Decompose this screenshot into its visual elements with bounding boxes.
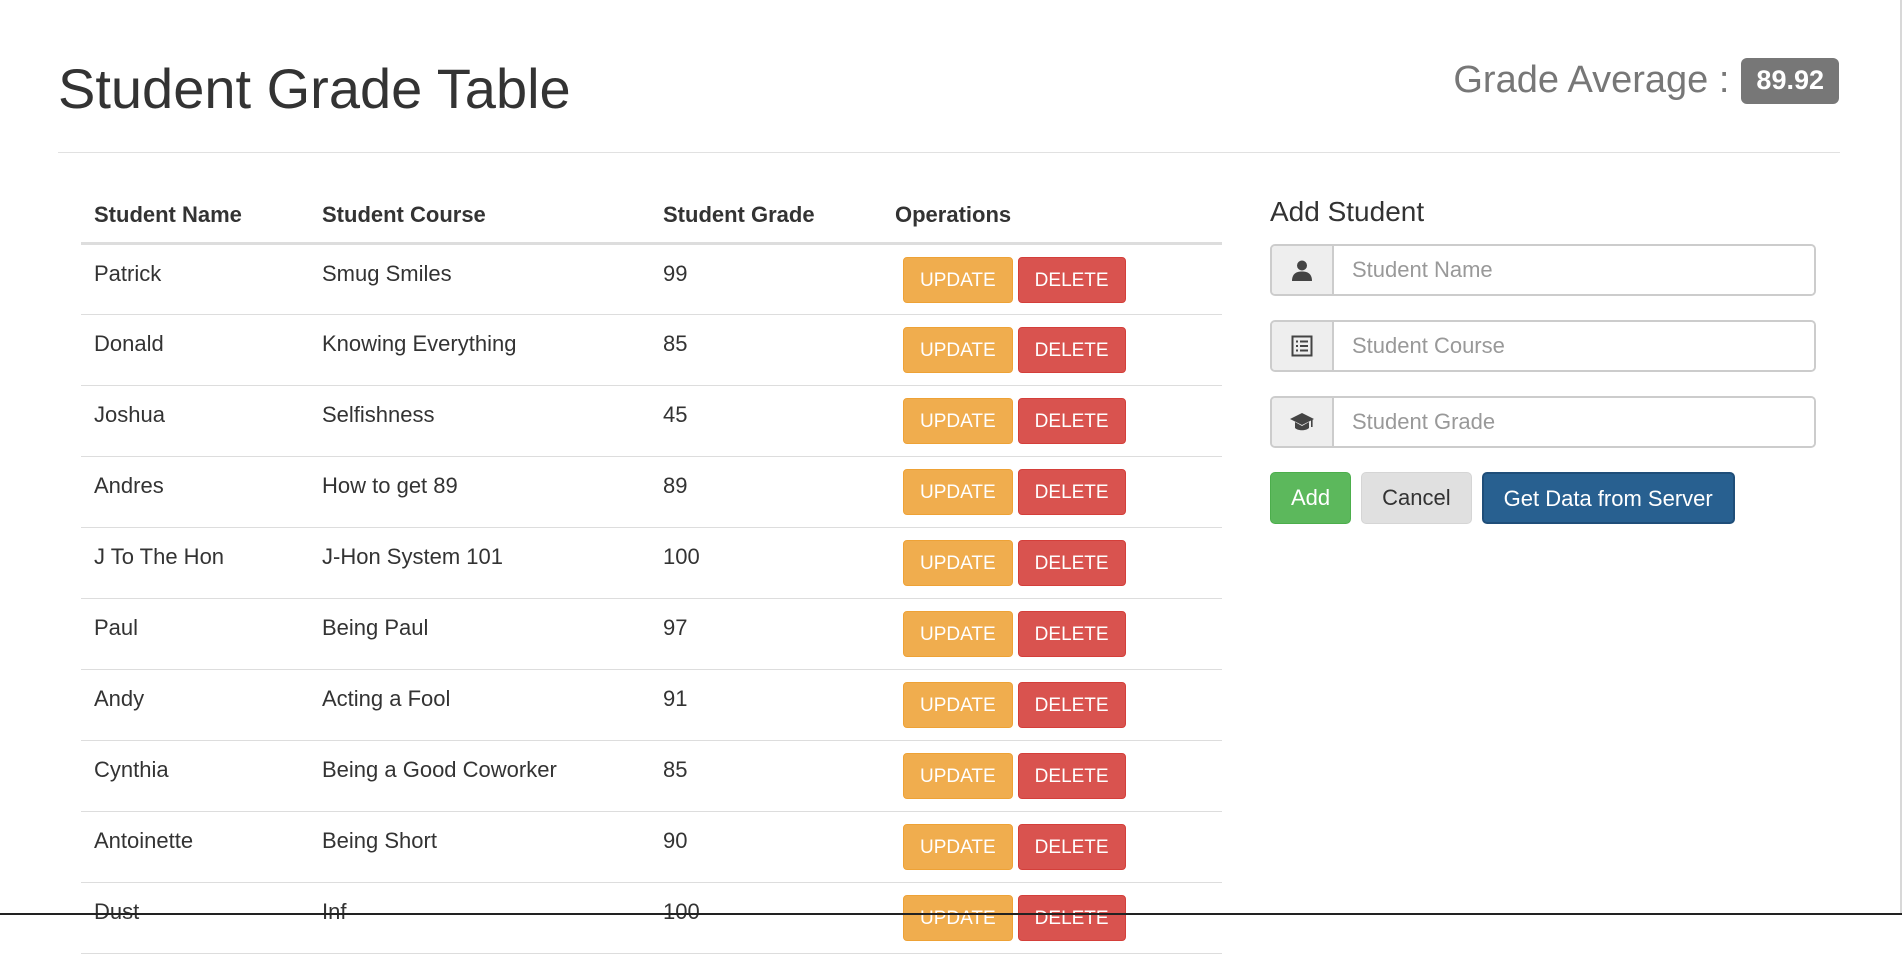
student-name-cell: Cynthia bbox=[81, 740, 309, 812]
update-button[interactable]: UPDATE bbox=[903, 824, 1013, 870]
delete-button[interactable]: DELETE bbox=[1017, 682, 1126, 728]
delete-button[interactable]: DELETE bbox=[1017, 469, 1126, 515]
update-button[interactable]: UPDATE bbox=[903, 611, 1013, 657]
student-name-cell: Andy bbox=[81, 669, 309, 741]
page: Student Grade Table Grade Average : 89.9… bbox=[0, 0, 1902, 954]
table-row: Andres How to get 89 89 UPDATE DELETE bbox=[81, 456, 1222, 528]
user-icon bbox=[1272, 246, 1334, 294]
student-grade-cell: 45 bbox=[650, 385, 882, 457]
operations-cell: UPDATE DELETE bbox=[882, 527, 1222, 599]
table-row: Patrick Smug Smiles 99 UPDATE DELETE bbox=[81, 243, 1222, 315]
student-course-cell: Inf bbox=[309, 882, 650, 954]
table-header-row: Student Name Student Course Student Grad… bbox=[81, 188, 1222, 245]
student-course-cell: Being Short bbox=[309, 811, 650, 883]
update-button[interactable]: UPDATE bbox=[903, 682, 1013, 728]
table-row: Joshua Selfishness 45 UPDATE DELETE bbox=[81, 385, 1222, 457]
student-course-input[interactable] bbox=[1334, 322, 1814, 370]
student-name-cell: J To The Hon bbox=[81, 527, 309, 599]
student-course-cell: Being Paul bbox=[309, 598, 650, 670]
student-name-input[interactable] bbox=[1334, 246, 1814, 294]
delete-button[interactable]: DELETE bbox=[1017, 824, 1126, 870]
student-name-cell: Paul bbox=[81, 598, 309, 670]
update-button[interactable]: UPDATE bbox=[903, 398, 1013, 444]
update-button[interactable]: UPDATE bbox=[903, 257, 1013, 303]
student-course-group bbox=[1270, 320, 1816, 372]
table-row: Donald Knowing Everything 85 UPDATE DELET… bbox=[81, 314, 1222, 386]
student-course-cell: How to get 89 bbox=[309, 456, 650, 528]
list-icon bbox=[1272, 322, 1334, 370]
table-row: Cynthia Being a Good Coworker 85 UPDATE D… bbox=[81, 740, 1222, 812]
student-grade-input[interactable] bbox=[1334, 398, 1814, 446]
table-row: Paul Being Paul 97 UPDATE DELETE bbox=[81, 598, 1222, 670]
add-student-title: Add Student bbox=[1270, 196, 1425, 227]
cancel-button[interactable]: Cancel bbox=[1361, 472, 1472, 524]
operations-cell: UPDATE DELETE bbox=[882, 314, 1222, 386]
delete-button[interactable]: DELETE bbox=[1017, 257, 1126, 303]
student-name-cell: Dust bbox=[81, 882, 309, 954]
operations-cell: UPDATE DELETE bbox=[882, 811, 1222, 883]
operations-cell: UPDATE DELETE bbox=[882, 598, 1222, 670]
delete-button[interactable]: DELETE bbox=[1017, 753, 1126, 799]
add-student-form: Add Student Student Name Student Course … bbox=[1270, 196, 1816, 524]
student-grade-cell: 100 bbox=[650, 882, 882, 954]
operations-cell: UPDATE DELETE bbox=[882, 456, 1222, 528]
student-name-group bbox=[1270, 244, 1816, 296]
student-grade-cell: 99 bbox=[650, 243, 882, 315]
student-name-cell: Andres bbox=[81, 456, 309, 528]
student-name-cell: Antoinette bbox=[81, 811, 309, 883]
column-header-course: Student Course bbox=[309, 188, 650, 245]
student-course-cell: Being a Good Coworker bbox=[309, 740, 650, 812]
grade-average: Grade Average : 89.92 bbox=[1453, 58, 1839, 104]
table-row: Antoinette Being Short 90 UPDATE DELETE bbox=[81, 811, 1222, 883]
student-grade-group bbox=[1270, 396, 1816, 448]
student-grade-cell: 85 bbox=[650, 314, 882, 386]
operations-cell: UPDATE DELETE bbox=[882, 385, 1222, 457]
table-row: Dust Inf 100 UPDATE DELETE bbox=[81, 882, 1222, 954]
column-header-operations: Operations bbox=[882, 188, 1222, 245]
student-grade-cell: 85 bbox=[650, 740, 882, 812]
form-actions: Add Cancel Get Data from Server bbox=[1270, 472, 1816, 524]
get-data-from-server-button[interactable]: Get Data from Server bbox=[1481, 472, 1735, 524]
student-name-cell: Joshua bbox=[81, 385, 309, 457]
student-grade-cell: 89 bbox=[650, 456, 882, 528]
student-course-cell: Smug Smiles bbox=[309, 243, 650, 315]
delete-button[interactable]: DELETE bbox=[1017, 327, 1126, 373]
student-name-cell: Patrick bbox=[81, 243, 309, 315]
graduation-cap-icon bbox=[1272, 398, 1334, 446]
student-grade-cell: 97 bbox=[650, 598, 882, 670]
operations-cell: UPDATE DELETE bbox=[882, 669, 1222, 741]
delete-button[interactable]: DELETE bbox=[1017, 895, 1126, 941]
page-title: Student Grade Table bbox=[58, 57, 571, 120]
delete-button[interactable]: DELETE bbox=[1017, 398, 1126, 444]
update-button[interactable]: UPDATE bbox=[903, 753, 1013, 799]
operations-cell: UPDATE DELETE bbox=[882, 243, 1222, 315]
add-button[interactable]: Add bbox=[1270, 472, 1352, 524]
student-grade-table: Student Name Student Course Student Grad… bbox=[81, 188, 1222, 954]
student-grade-cell: 91 bbox=[650, 669, 882, 741]
update-button[interactable]: UPDATE bbox=[903, 895, 1013, 941]
table-row: Andy Acting a Fool 91 UPDATE DELETE bbox=[81, 669, 1222, 741]
column-header-grade: Student Grade bbox=[650, 188, 882, 245]
student-course-cell: Selfishness bbox=[309, 385, 650, 457]
grade-average-label: Grade Average : bbox=[1453, 59, 1730, 102]
student-course-cell: Knowing Everything bbox=[309, 314, 650, 386]
update-button[interactable]: UPDATE bbox=[903, 327, 1013, 373]
delete-button[interactable]: DELETE bbox=[1017, 611, 1126, 657]
operations-cell: UPDATE DELETE bbox=[882, 882, 1222, 954]
student-grade-cell: 90 bbox=[650, 811, 882, 883]
student-name-cell: Donald bbox=[81, 314, 309, 386]
update-button[interactable]: UPDATE bbox=[903, 469, 1013, 515]
update-button[interactable]: UPDATE bbox=[903, 540, 1013, 586]
student-grade-cell: 100 bbox=[650, 527, 882, 599]
delete-button[interactable]: DELETE bbox=[1017, 540, 1126, 586]
student-course-cell: J-Hon System 101 bbox=[309, 527, 650, 599]
column-header-name: Student Name bbox=[81, 188, 309, 245]
operations-cell: UPDATE DELETE bbox=[882, 740, 1222, 812]
student-course-cell: Acting a Fool bbox=[309, 669, 650, 741]
grade-average-badge: 89.92 bbox=[1741, 58, 1839, 104]
header-divider bbox=[58, 152, 1840, 153]
table-row: J To The Hon J-Hon System 101 100 UPDATE… bbox=[81, 527, 1222, 599]
